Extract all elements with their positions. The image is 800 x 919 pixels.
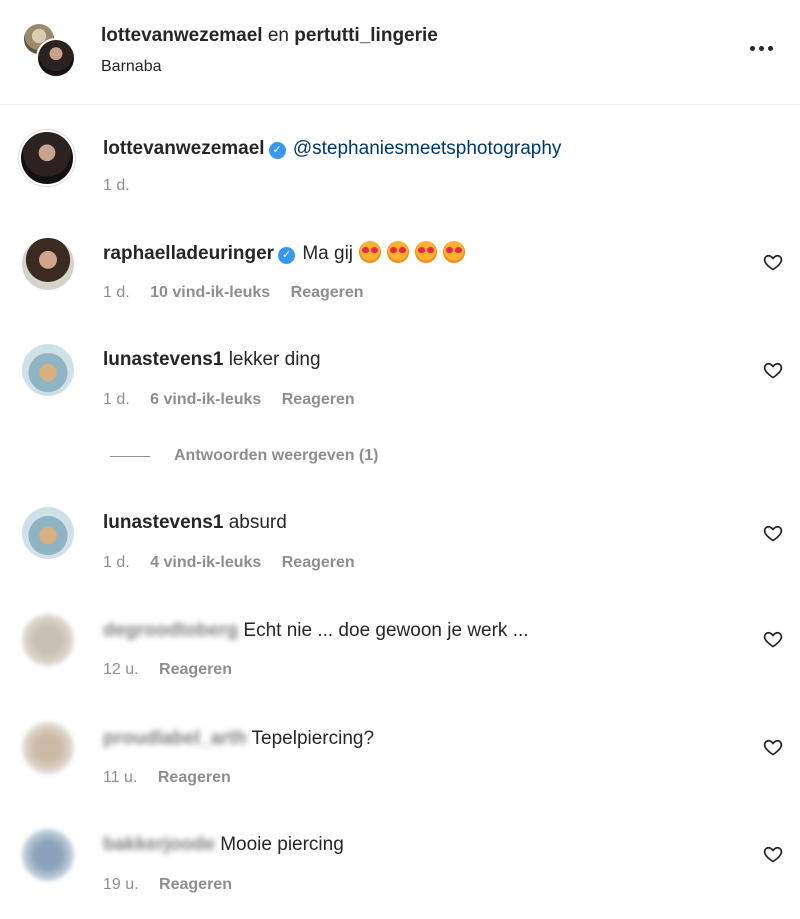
comment-text: absurd bbox=[228, 512, 287, 533]
view-replies-label[interactable]: Antwoorden weergeven (1) bbox=[174, 447, 378, 465]
avatar[interactable] bbox=[22, 344, 74, 396]
comment-username[interactable]: raphaelladeuringer bbox=[103, 243, 274, 264]
comment-timestamp[interactable]: 1 d. bbox=[103, 391, 130, 408]
post-authors: lottevanwezemael en pertutti_lingerie bbox=[101, 24, 438, 48]
comment-line: bakkerjoode Mooie piercing bbox=[103, 833, 344, 857]
heart-outline-icon[interactable] bbox=[763, 252, 783, 272]
replies-divider bbox=[110, 455, 150, 457]
comment-meta: 1 d. 6 vind-ik-leuks Reageren bbox=[103, 391, 371, 409]
avatar[interactable] bbox=[22, 829, 74, 881]
comment-meta: 1 d. 4 vind-ik-leuks Reageren bbox=[103, 554, 371, 572]
comment-meta: 19 u. Reageren bbox=[103, 876, 248, 894]
comment-username[interactable]: bakkerjoode bbox=[103, 834, 215, 855]
likes-count[interactable]: 6 vind-ik-leuks bbox=[150, 391, 261, 408]
comment-username[interactable]: lunastevens1 bbox=[103, 349, 223, 370]
comment-username[interactable]: degroodtoberg bbox=[103, 620, 238, 641]
collab-avatars[interactable] bbox=[22, 22, 78, 78]
author-joiner: en bbox=[267, 25, 289, 46]
avatar[interactable] bbox=[22, 722, 74, 774]
comment-line: lunastevens1 lekker ding bbox=[103, 348, 321, 372]
heart-eyes-emoji-icon bbox=[443, 241, 466, 263]
avatar[interactable] bbox=[22, 614, 74, 666]
reply-button[interactable]: Reageren bbox=[282, 554, 355, 571]
comment-timestamp[interactable]: 1 d. bbox=[103, 284, 130, 301]
comment-line: proudlabel_arth Tepelpiercing? bbox=[103, 727, 374, 751]
caption-username[interactable]: lottevanwezemael bbox=[103, 138, 265, 159]
comment-meta: 1 d. 10 vind-ik-leuks Reageren bbox=[103, 284, 380, 302]
reply-button[interactable]: Reageren bbox=[159, 661, 232, 678]
avatar[interactable] bbox=[22, 507, 74, 559]
reply-button[interactable]: Reageren bbox=[158, 769, 231, 786]
avatar[interactable] bbox=[22, 238, 74, 290]
comment-meta: 11 u. Reageren bbox=[103, 769, 247, 787]
avatar[interactable] bbox=[36, 38, 76, 78]
comment-timestamp[interactable]: 11 u. bbox=[103, 769, 137, 786]
post-header: lottevanwezemael en pertutti_lingerie Ba… bbox=[0, 0, 800, 105]
mention-link[interactable]: @stephaniesmeetsphotography bbox=[293, 138, 562, 159]
likes-count[interactable]: 10 vind-ik-leuks bbox=[150, 284, 270, 301]
verified-badge-icon: ✓ bbox=[268, 142, 286, 159]
heart-eyes-emoji-icon bbox=[415, 241, 438, 263]
heart-outline-icon[interactable] bbox=[763, 629, 783, 649]
comment-username[interactable]: proudlabel_arth bbox=[103, 728, 247, 749]
comment-text: Ma gij bbox=[302, 243, 354, 264]
heart-outline-icon[interactable] bbox=[763, 360, 783, 380]
collaborator-username-link[interactable]: pertutti_lingerie bbox=[294, 25, 438, 46]
comment-timestamp[interactable]: 19 u. bbox=[103, 876, 139, 893]
comment-line: raphaelladeuringer ✓ Ma gij bbox=[103, 241, 466, 266]
heart-eyes-emoji-icon bbox=[359, 241, 382, 263]
caption-line: lottevanwezemael ✓ @stephaniesmeetsphotog… bbox=[103, 137, 561, 161]
comment-timestamp[interactable]: 1 d. bbox=[103, 554, 130, 571]
location-link[interactable]: Barnaba bbox=[101, 58, 162, 76]
likes-count[interactable]: 4 vind-ik-leuks bbox=[150, 554, 261, 571]
comment-line: degroodtoberg Echt nie ... doe gewoon je… bbox=[103, 619, 529, 643]
heart-outline-icon[interactable] bbox=[763, 523, 783, 543]
author-username-link[interactable]: lottevanwezemael bbox=[101, 25, 263, 46]
comment-text: Tepelpiercing? bbox=[251, 728, 375, 749]
reply-button[interactable]: Reageren bbox=[282, 391, 355, 408]
heart-eyes-emoji-icon bbox=[387, 241, 410, 263]
comment-line: lunastevens1 absurd bbox=[103, 511, 287, 535]
more-options-icon[interactable] bbox=[745, 33, 777, 63]
reply-button[interactable]: Reageren bbox=[159, 876, 232, 893]
heart-outline-icon[interactable] bbox=[763, 737, 783, 757]
verified-badge-icon: ✓ bbox=[278, 247, 296, 264]
comment-text: lekker ding bbox=[228, 349, 321, 370]
heart-outline-icon[interactable] bbox=[763, 844, 783, 864]
comment-text: Mooie piercing bbox=[220, 834, 344, 855]
avatar[interactable] bbox=[19, 130, 75, 186]
comment-username[interactable]: lunastevens1 bbox=[103, 512, 223, 533]
caption-meta: 1 d. bbox=[103, 177, 146, 195]
view-replies-button[interactable]: Antwoorden weergeven (1) bbox=[110, 447, 378, 465]
reply-button[interactable]: Reageren bbox=[291, 284, 364, 301]
comment-text: Echt nie ... doe gewoon je werk ... bbox=[243, 620, 529, 641]
caption-timestamp[interactable]: 1 d. bbox=[103, 177, 130, 194]
comment-timestamp[interactable]: 12 u. bbox=[103, 661, 139, 678]
comment-meta: 12 u. Reageren bbox=[103, 661, 248, 679]
